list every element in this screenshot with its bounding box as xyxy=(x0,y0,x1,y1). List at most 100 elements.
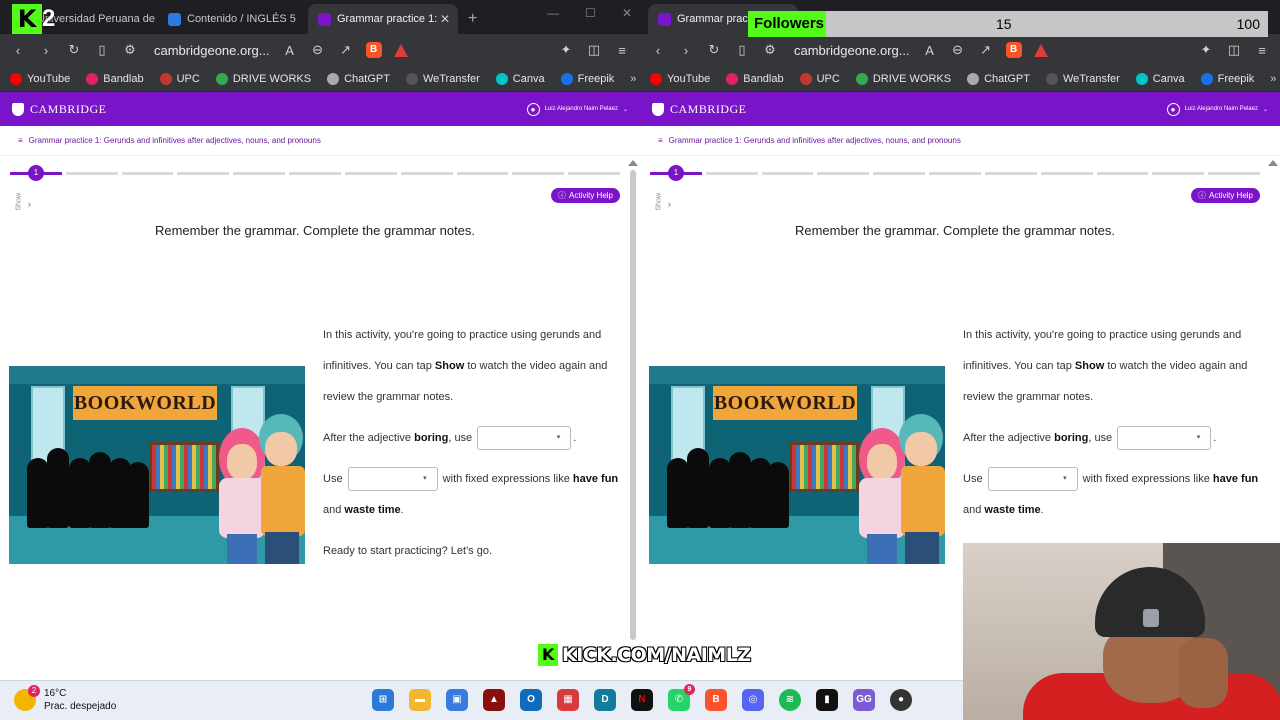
address-bar[interactable]: cambridgeone.org... xyxy=(154,43,270,58)
obs-studio-icon[interactable]: ● xyxy=(890,689,912,711)
audio-app-icon[interactable]: ▮ xyxy=(816,689,838,711)
answer-dropdown-2[interactable]: ▾ xyxy=(987,467,1078,492)
menu-list-icon[interactable]: ≡ xyxy=(18,136,23,145)
scroll-up-arrow-icon[interactable] xyxy=(628,160,638,166)
file-explorer-icon[interactable]: ▬ xyxy=(409,689,431,711)
answer-dropdown-2[interactable]: ▾ xyxy=(347,467,438,492)
bookmark-bandlab[interactable]: Bandlab xyxy=(726,72,784,85)
site-settings-icon[interactable]: ⚙ xyxy=(122,42,138,58)
share-icon[interactable]: ↗ xyxy=(978,42,994,58)
show-panel-toggle[interactable]: Show › xyxy=(8,188,36,218)
kick-logo: K 2 xyxy=(12,4,60,34)
cambridge-shield-icon xyxy=(652,102,664,116)
scroll-up-arrow-icon[interactable] xyxy=(1268,160,1278,166)
back-icon[interactable]: ‹ xyxy=(10,43,26,58)
answer-dropdown-1[interactable]: ▾ xyxy=(477,426,572,451)
cambridge-logo[interactable]: CAMBRIDGE xyxy=(12,102,107,117)
brave-shield-icon[interactable]: B xyxy=(365,42,382,58)
forward-icon[interactable]: › xyxy=(678,43,694,58)
bookmark-icon[interactable]: ▯ xyxy=(734,42,750,58)
menu-list-icon[interactable]: ≡ xyxy=(658,136,663,145)
translate-icon[interactable]: A xyxy=(922,43,938,58)
cambridge-logo[interactable]: CAMBRIDGE xyxy=(652,102,747,117)
screen: Universidad Peruana de C Contenido / ING… xyxy=(0,0,1280,720)
brave-rewards-icon[interactable] xyxy=(393,43,408,57)
bookmark-chatgpt[interactable]: ChatGPT xyxy=(967,72,1030,85)
start-icon[interactable]: ⊞ xyxy=(372,689,394,711)
forward-icon[interactable]: › xyxy=(38,43,54,58)
site-settings-icon[interactable]: ⚙ xyxy=(762,42,778,58)
bookmark-wetransfer[interactable]: WeTransfer xyxy=(405,72,480,85)
user-menu[interactable]: ● Luiz Alejandro Naim Pelaez ⌄ xyxy=(1166,102,1268,116)
minimize-icon[interactable]: — xyxy=(547,6,559,20)
bookmark-upc[interactable]: UPC xyxy=(799,72,840,85)
user-menu[interactable]: ● Luiz Alejandro Naim Pelaez ⌄ xyxy=(526,102,628,116)
activity-help-button[interactable]: ⓘ Activity Help xyxy=(550,188,620,203)
tab-grammar-practice[interactable]: Grammar practice 1: ✕ xyxy=(308,4,458,34)
bookmark-upc[interactable]: UPC xyxy=(159,72,200,85)
address-bar[interactable]: cambridgeone.org... xyxy=(794,43,910,58)
spotify-icon[interactable]: ≋ xyxy=(779,689,801,711)
game-app-icon[interactable]: ▲ xyxy=(483,689,505,711)
bookmark-canva[interactable]: Canva xyxy=(495,72,545,85)
brave-rewards-icon[interactable] xyxy=(1033,43,1048,57)
extensions-icon[interactable]: ✦ xyxy=(558,42,574,58)
reload-icon[interactable]: ↻ xyxy=(706,42,722,58)
new-tab-button[interactable]: + xyxy=(458,4,487,34)
bookmark-drive-works[interactable]: DRIVE WORKS xyxy=(215,72,311,85)
activity-help-button[interactable]: ⓘ Activity Help xyxy=(1190,188,1260,203)
disney-plus-icon[interactable]: D xyxy=(594,689,616,711)
brave-browser-icon[interactable]: B xyxy=(705,689,727,711)
outlook-icon[interactable]: O xyxy=(520,689,542,711)
bookmark-youtube[interactable]: YouTube xyxy=(10,72,70,85)
bookmark-youtube[interactable]: YouTube xyxy=(650,72,710,85)
menu-icon[interactable]: ≡ xyxy=(1254,43,1270,58)
chevron-down-icon: ⌄ xyxy=(622,106,628,113)
bookmark-canva[interactable]: Canva xyxy=(1135,72,1185,85)
bookmark-freepik[interactable]: Freepik xyxy=(560,72,614,85)
note-bold: boring xyxy=(414,432,449,444)
more-bookmarks-icon[interactable]: » xyxy=(630,73,636,85)
close-window-icon[interactable]: ✕ xyxy=(622,6,632,20)
maximize-icon[interactable]: ☐ xyxy=(585,6,596,20)
bookmark-drive-works[interactable]: DRIVE WORKS xyxy=(855,72,951,85)
tab-label: Grammar practic xyxy=(677,13,759,25)
back-icon[interactable]: ‹ xyxy=(650,43,666,58)
show-panel-toggle[interactable]: Show › xyxy=(648,188,676,218)
note-text: . xyxy=(573,432,577,444)
tab-contenido[interactable]: Contenido / INGLÉS 5 xyxy=(158,4,308,34)
followers-goal-bar: Followers 15 100 xyxy=(748,11,1268,37)
answer-dropdown-1[interactable]: ▾ xyxy=(1117,426,1212,451)
store-icon[interactable]: ▣ xyxy=(446,689,468,711)
chevron-down-icon: ▾ xyxy=(1063,475,1067,483)
reload-icon[interactable]: ↻ xyxy=(66,42,82,58)
progress-step-marker[interactable]: 1 xyxy=(668,165,684,181)
more-bookmarks-icon[interactable]: » xyxy=(1270,73,1276,85)
netflix-icon[interactable]: N xyxy=(631,689,653,711)
note-text: After the adjective xyxy=(323,432,415,444)
bookmark-wetransfer[interactable]: WeTransfer xyxy=(1045,72,1120,85)
zoom-icon[interactable]: ⊖ xyxy=(950,42,966,58)
bookmark-chatgpt[interactable]: ChatGPT xyxy=(327,72,390,85)
sidebar-icon[interactable]: ◫ xyxy=(1226,42,1242,58)
whatsapp-icon[interactable]: ✆ 9 xyxy=(668,684,695,711)
brave-shield-icon[interactable]: B xyxy=(1005,42,1022,58)
upc-icon xyxy=(159,72,172,85)
vertical-scrollbar[interactable] xyxy=(630,170,636,640)
bookmark-bandlab[interactable]: Bandlab xyxy=(86,72,144,85)
weather-widget[interactable]: 2 16°C Prac. despejado xyxy=(14,685,116,713)
office-app-icon[interactable]: ▦ xyxy=(557,689,579,711)
share-icon[interactable]: ↗ xyxy=(338,42,354,58)
progress-step-marker[interactable]: 1 xyxy=(28,165,44,181)
translate-icon[interactable]: A xyxy=(282,43,298,58)
bookmark-icon[interactable]: ▯ xyxy=(94,42,110,58)
extensions-icon[interactable]: ✦ xyxy=(1198,42,1214,58)
close-tab-icon[interactable]: ✕ xyxy=(440,12,450,26)
obs-gg-icon[interactable]: GG xyxy=(853,689,875,711)
sidebar-icon[interactable]: ◫ xyxy=(586,42,602,58)
note-text: and xyxy=(963,504,985,516)
discord-icon[interactable]: ◎ xyxy=(742,689,764,711)
menu-icon[interactable]: ≡ xyxy=(614,43,630,58)
bookmark-freepik[interactable]: Freepik xyxy=(1200,72,1254,85)
zoom-icon[interactable]: ⊖ xyxy=(310,42,326,58)
